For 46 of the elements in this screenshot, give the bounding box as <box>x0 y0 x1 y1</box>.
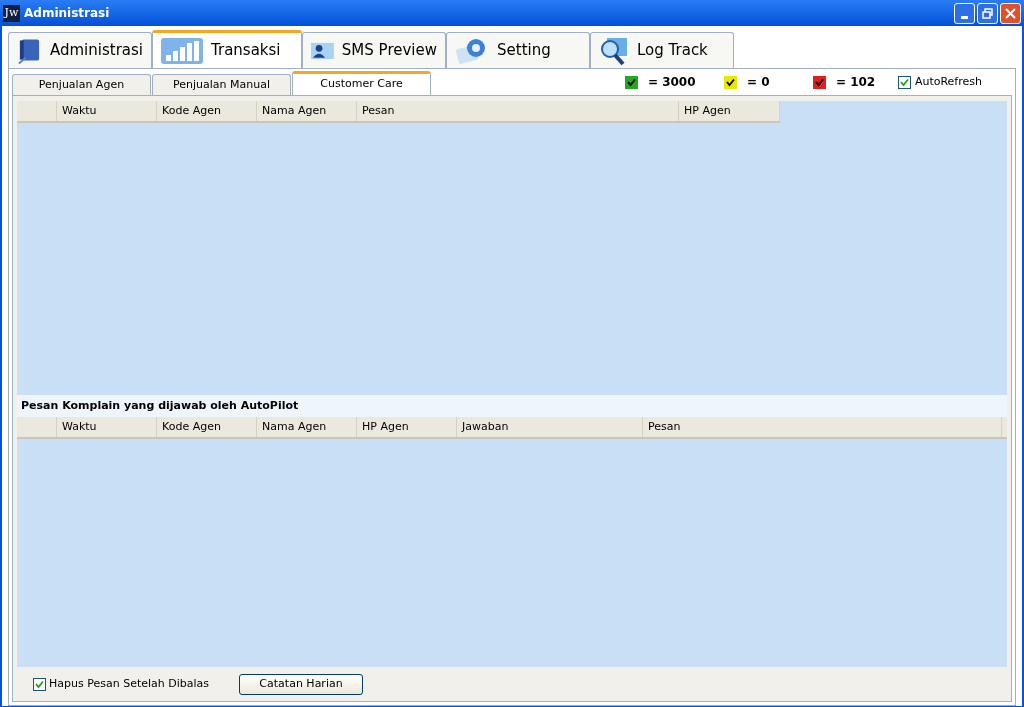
legend-checkbox[interactable] <box>812 75 826 89</box>
minimize-icon <box>961 15 968 19</box>
section-title: Pesan Komplain yang dijawab oleh AutoPilot <box>21 397 299 414</box>
column-header[interactable]: Pesan <box>357 101 679 121</box>
main-tab[interactable]: SMS Preview <box>302 32 446 68</box>
checkbox-label: AutoRefresh <box>914 73 982 90</box>
column-header[interactable]: HP Agen <box>679 101 780 121</box>
legend-count: = 0 <box>746 74 770 91</box>
close-button[interactable] <box>1000 2 1021 24</box>
sub-tab[interactable]: Customer Care <box>292 71 431 95</box>
checkbox-label: Hapus Pesan Setelah Dibalas <box>49 675 209 692</box>
main-tab[interactable]: Administrasi <box>8 32 152 68</box>
main-tab[interactable]: Setting <box>446 32 590 68</box>
column-header[interactable]: Jawaban <box>457 417 643 437</box>
column-header[interactable]: HP Agen <box>357 417 457 437</box>
main-tab[interactable]: Transaksi <box>152 30 302 68</box>
checkmark-icon <box>725 77 735 87</box>
restore-button[interactable] <box>977 2 998 24</box>
column-header[interactable]: Waktu <box>57 101 157 121</box>
sub-tab[interactable]: Penjualan Manual <box>152 74 291 95</box>
magnifier-icon <box>599 35 629 66</box>
column-header[interactable]: Waktu <box>57 417 157 437</box>
column-header[interactable]: Pesan <box>643 417 1002 437</box>
column-header[interactable]: Nama Agen <box>257 101 357 121</box>
signal-bars-icon <box>161 37 203 64</box>
app-logo: Jw <box>3 4 20 22</box>
sub-tab[interactable]: Penjualan Agen <box>12 74 151 95</box>
legend-count: = 3000 <box>647 74 696 91</box>
delete-checkbox[interactable] <box>33 677 46 691</box>
restore-icon <box>982 7 993 19</box>
main-tab[interactable]: Log Track <box>590 32 734 68</box>
window-title: Administrasi <box>24 5 110 22</box>
checkmark-icon <box>626 77 636 87</box>
book-icon <box>17 36 42 65</box>
column-header[interactable]: Kode Agen <box>157 417 257 437</box>
checkmark-icon <box>814 77 824 87</box>
column-header[interactable]: Nama Agen <box>257 417 357 437</box>
legend-count: = 102 <box>835 74 876 91</box>
checkmark-icon <box>35 679 44 689</box>
auto-refresh-checkbox[interactable] <box>897 75 911 89</box>
legend-checkbox[interactable] <box>624 75 638 89</box>
column-header[interactable]: Kode Agen <box>157 101 257 121</box>
minimize-button[interactable] <box>954 2 975 24</box>
checkmark-icon <box>899 77 909 87</box>
daily-log-button[interactable]: Catatan Harian <box>239 673 363 695</box>
close-icon <box>1005 7 1016 19</box>
